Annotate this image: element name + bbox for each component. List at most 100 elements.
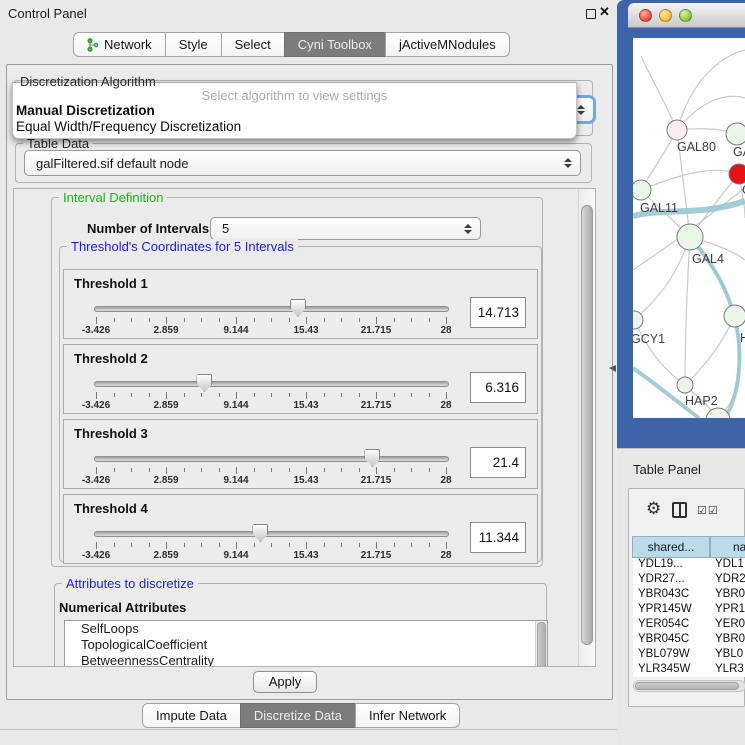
- attribute-item[interactable]: BetweennessCentrality: [65, 653, 547, 667]
- checkbox-icons[interactable]: ☑☑: [697, 504, 719, 517]
- network-node-gal80[interactable]: [667, 120, 687, 140]
- slider-thumb[interactable]: [290, 299, 306, 317]
- panel-divider: [0, 729, 617, 730]
- mac-minimize-icon[interactable]: [659, 9, 672, 22]
- network-node-gal4[interactable]: [677, 224, 703, 250]
- mac-close-icon[interactable]: [639, 9, 652, 22]
- cell-name[interactable]: YBR0: [712, 588, 745, 603]
- slider-tick: [149, 393, 150, 397]
- attribute-item[interactable]: TopologicalCoefficient: [65, 637, 547, 653]
- algorithm-dropdown-popup: Select algorithm to view settings Manual…: [12, 82, 577, 139]
- threshold-value-field[interactable]: 14.713: [470, 297, 526, 328]
- table-row[interactable]: YBR045CYBR0: [633, 633, 745, 648]
- cell-name[interactable]: YPR1: [712, 603, 745, 618]
- tab-network[interactable]: Network: [73, 32, 166, 57]
- table-row[interactable]: YER054CYER0: [633, 618, 745, 633]
- network-icon: [87, 38, 99, 52]
- network-node-hap2[interactable]: [677, 377, 693, 393]
- cell-name[interactable]: YBL0: [712, 648, 743, 663]
- column-layout-icon[interactable]: [672, 502, 687, 518]
- tab-select[interactable]: Select: [221, 32, 285, 57]
- slider-tick: [289, 393, 290, 397]
- network-node-gal11[interactable]: [633, 180, 651, 200]
- tab-cyni-toolbox[interactable]: Cyni Toolbox: [284, 32, 386, 57]
- node-label: GAL11: [640, 201, 678, 215]
- threshold-slider[interactable]: [94, 381, 449, 387]
- network-canvas[interactable]: GAL80GACGAL11GAL4GCY1HHAP2: [633, 38, 745, 418]
- dropdown-option-equal-width-frequency[interactable]: Equal Width/Frequency Discretization: [16, 119, 241, 134]
- threshold-slider[interactable]: [94, 531, 449, 537]
- tab-style[interactable]: Style: [165, 32, 222, 57]
- cell-shared-name[interactable]: YPR145W: [633, 603, 712, 618]
- close-icon[interactable]: ✕: [599, 4, 610, 20]
- slider-tick: [201, 393, 202, 397]
- numerical-attributes-list[interactable]: SelfLoopsTopologicalCoefficientBetweenne…: [64, 620, 548, 667]
- threshold-slider[interactable]: [94, 456, 449, 462]
- cell-shared-name[interactable]: YER054C: [633, 618, 712, 633]
- slider-tick: [429, 468, 430, 472]
- list-scrollbar[interactable]: [535, 621, 547, 667]
- table-row[interactable]: YLR345WYLR3: [633, 663, 745, 677]
- slider-tick: [359, 543, 360, 547]
- network-node-c[interactable]: [729, 164, 745, 184]
- table-row[interactable]: YBR043CYBR0: [633, 588, 745, 603]
- tab-infer-network[interactable]: Infer Network: [355, 703, 460, 728]
- vertical-scrollbar-thumb[interactable]: [581, 205, 593, 645]
- gear-icon[interactable]: ⚙: [646, 499, 661, 519]
- slider-tick: [376, 392, 377, 399]
- threshold-value-field[interactable]: 21.4: [470, 447, 526, 478]
- table-row[interactable]: YPR145WYPR1: [633, 603, 745, 618]
- slider-tick: [446, 392, 447, 399]
- threshold-value-field[interactable]: 6.316: [470, 372, 526, 403]
- threshold-value-field[interactable]: 11.344: [470, 522, 526, 553]
- network-node-h[interactable]: [724, 305, 745, 327]
- tab-discretize-data[interactable]: Discretize Data: [240, 703, 356, 728]
- cell-name[interactable]: YER0: [712, 618, 745, 633]
- number-of-intervals-select[interactable]: 5: [210, 217, 481, 240]
- slider-tick-label: -3.426: [82, 550, 110, 561]
- vertical-scrollbar[interactable]: [578, 189, 595, 666]
- tab-jactivemnodules[interactable]: jActiveMNodules: [385, 32, 510, 57]
- mac-zoom-icon[interactable]: [679, 9, 692, 22]
- slider-tick: [411, 393, 412, 397]
- horizontal-scrollbar[interactable]: [633, 680, 745, 692]
- cell-name[interactable]: YLR3: [712, 663, 744, 677]
- cell-shared-name[interactable]: YBR045C: [633, 633, 712, 648]
- column-header-name[interactable]: na: [710, 536, 745, 558]
- cell-name[interactable]: YDR2: [712, 573, 745, 588]
- attribute-item[interactable]: SelfLoops: [65, 621, 547, 637]
- horizontal-scrollbar-thumb[interactable]: [635, 682, 739, 690]
- cell-shared-name[interactable]: YLR345W: [633, 663, 712, 677]
- slider-thumb[interactable]: [196, 374, 212, 392]
- cell-shared-name[interactable]: YDL19...: [633, 558, 712, 573]
- column-header-shared[interactable]: shared...: [632, 536, 710, 558]
- network-window-titlebar[interactable]: [628, 3, 745, 28]
- table-data-select[interactable]: galFiltered.sif default node: [24, 150, 581, 176]
- list-scrollbar-thumb[interactable]: [537, 622, 546, 667]
- table-row[interactable]: YDR27...YDR2: [633, 573, 745, 588]
- slider-tick-label: 9.144: [223, 325, 248, 336]
- cell-shared-name[interactable]: YDR27...: [633, 573, 712, 588]
- slider-tick: [184, 468, 185, 472]
- apply-button[interactable]: Apply: [253, 671, 317, 693]
- network-node-ga[interactable]: [726, 123, 745, 145]
- node-label: GA: [733, 145, 745, 159]
- table-row[interactable]: YBL079WYBL0: [633, 648, 745, 663]
- cell-shared-name[interactable]: YBL079W: [633, 648, 712, 663]
- slider-tick: [394, 318, 395, 322]
- cell-name[interactable]: YDL1: [712, 558, 744, 573]
- slider-tick: [394, 468, 395, 472]
- cell-shared-name[interactable]: YBR043C: [633, 588, 712, 603]
- slider-thumb[interactable]: [252, 524, 268, 542]
- slider-tick: [131, 543, 132, 547]
- threshold-slider[interactable]: [94, 306, 449, 312]
- slider-tick-label: 9.144: [223, 550, 248, 561]
- dropdown-option-manual-discretization[interactable]: Manual Discretization: [16, 103, 155, 118]
- cell-name[interactable]: YBR0: [712, 633, 745, 648]
- table-row[interactable]: YDL19...YDL1: [633, 558, 745, 573]
- network-node[interactable]: [706, 408, 730, 418]
- table-rows[interactable]: YDL19...YDL1YDR27...YDR2YBR043CYBR0YPR14…: [633, 558, 745, 677]
- tab-impute-data[interactable]: Impute Data: [142, 703, 241, 728]
- float-window-icon[interactable]: [586, 9, 596, 19]
- slider-thumb[interactable]: [364, 449, 380, 467]
